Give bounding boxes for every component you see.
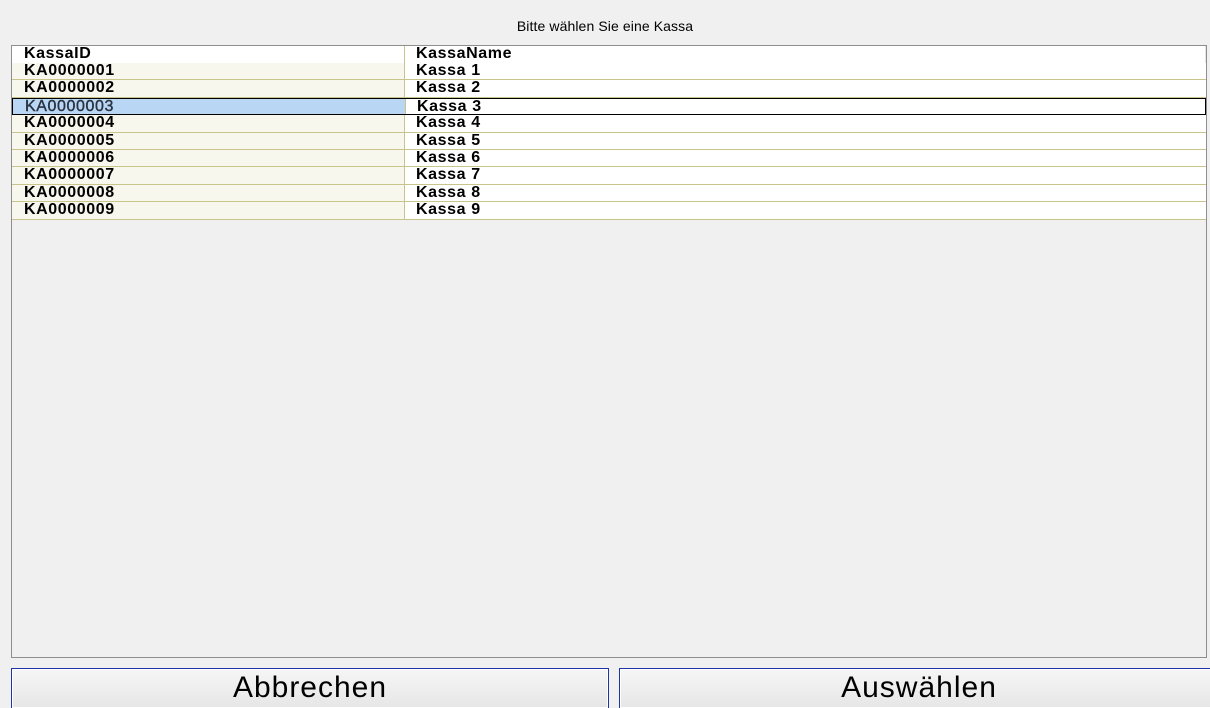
kassa-id-cell[interactable]: KA0000004 [12,115,405,132]
kassa-name-cell[interactable]: Kassa 1 [405,63,1206,80]
kassa-name-cell[interactable]: Kassa 9 [405,202,1206,219]
column-header-kassa-id[interactable]: KassaID [12,46,405,63]
kassa-id-cell[interactable]: KA0000005 [12,132,405,149]
kassa-id-cell[interactable]: KA0000002 [12,80,405,97]
kassa-id-cell[interactable]: KA0000001 [12,63,405,80]
table-row[interactable]: KA0000008 Kassa 8 [12,184,1206,203]
table-row[interactable]: KA0000007 Kassa 7 [12,167,1206,185]
table-row[interactable]: KA0000005 Kassa 5 [12,132,1206,150]
kassa-name-cell[interactable]: Kassa 5 [405,132,1206,149]
table-row[interactable]: KA0000009 Kassa 9 [12,202,1206,220]
table-row[interactable]: KA0000006 Kassa 6 [12,149,1206,168]
kassa-name-cell[interactable]: Kassa 8 [405,184,1206,202]
kassa-id-cell[interactable]: KA0000003 [13,98,406,115]
kassa-id-cell[interactable]: KA0000006 [12,149,405,167]
kassa-id-cell[interactable]: KA0000009 [12,202,405,219]
kassa-grid[interactable]: KassaID KassaName KA0000001 Kassa 1 KA00… [11,45,1207,658]
dialog-title: Bitte wählen Sie eine Kassa [516,18,694,34]
select-button[interactable]: Auswählen [619,668,1210,708]
cancel-button[interactable]: Abbrechen [11,668,609,708]
kassa-name-cell[interactable]: Kassa 2 [405,80,1206,97]
kassa-id-cell[interactable]: KA0000008 [12,184,405,202]
table-row[interactable]: KA0000002 Kassa 2 [12,80,1206,98]
column-header-kassa-name[interactable]: KassaName [405,46,1206,63]
kassa-name-cell[interactable]: Kassa 3 [406,98,1205,115]
kassa-name-cell[interactable]: Kassa 7 [405,167,1206,184]
kassa-name-cell[interactable]: Kassa 6 [405,149,1206,167]
kassa-id-cell[interactable]: KA0000007 [12,167,405,184]
table-row-selected[interactable]: KA0000003 Kassa 3 [12,97,1206,116]
grid-header-row: KassaID KassaName [12,46,1206,63]
kassa-name-cell[interactable]: Kassa 4 [405,115,1206,132]
table-row[interactable]: KA0000004 Kassa 4 [12,115,1206,133]
table-row[interactable]: KA0000001 Kassa 1 [12,63,1206,81]
